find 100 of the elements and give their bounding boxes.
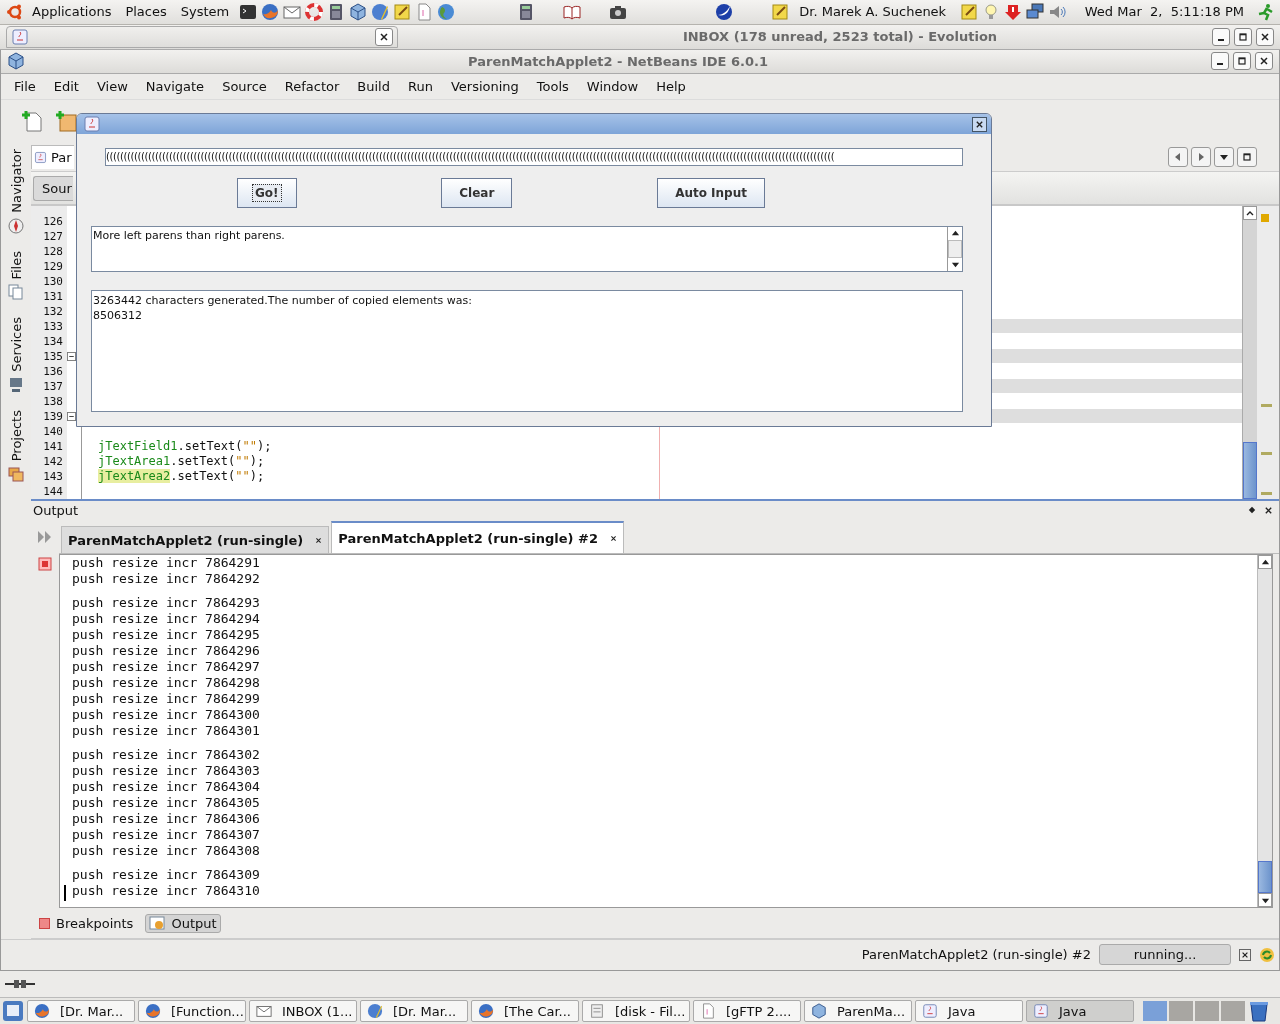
panel-menu[interactable]: Places bbox=[125, 4, 167, 20]
status-text: ParenMatchApplet2 (run-single) #2 bbox=[861, 947, 1091, 963]
close-icon[interactable] bbox=[975, 119, 984, 129]
menu-item[interactable]: Edit bbox=[44, 78, 88, 94]
desktop-icon[interactable] bbox=[2, 1000, 24, 1023]
stop-icon[interactable] bbox=[38, 557, 52, 572]
taskbar-button[interactable]: ParenMa... bbox=[804, 1000, 912, 1023]
scroll-left-icon[interactable] bbox=[1173, 152, 1183, 163]
network-icon bbox=[1026, 2, 1045, 21]
side-tab[interactable]: Projects bbox=[8, 408, 24, 464]
side-tab[interactable]: Services bbox=[8, 315, 24, 375]
run-tab[interactable]: ParenMatchApplet2 (run-single) #2 bbox=[331, 521, 625, 554]
taskbar-button[interactable]: [gFTP 2.... bbox=[693, 1000, 801, 1023]
view-tab[interactable]: Sour bbox=[33, 175, 73, 201]
console-icon bbox=[149, 916, 166, 931]
scrollbar[interactable] bbox=[1257, 555, 1272, 908]
runner-icon bbox=[1256, 2, 1274, 21]
taskbar-button[interactable]: [The Car... bbox=[471, 1000, 579, 1023]
line-number: 128 bbox=[42, 244, 64, 260]
fold-icon[interactable] bbox=[67, 352, 76, 362]
new-project-icon[interactable] bbox=[55, 109, 77, 132]
scroll-down-icon[interactable] bbox=[950, 260, 960, 269]
input-field[interactable]: (((((((((((((((((((((((((((((((((((((((((((((((((((((((((((((((((((((((((((((((((((((((((((((((((((((((((((((((((((((((((((((((((((((((((((((((((((((((((((((((((((((((((((((((((((((((((((((((((((((((((((((((( bbox=[105, 148, 963, 166]
taskbar-button[interactable]: INBOX (1... bbox=[249, 1000, 357, 1023]
new-file-icon[interactable] bbox=[21, 109, 43, 132]
close-icon[interactable] bbox=[1264, 505, 1273, 515]
plug-icon bbox=[4, 977, 36, 990]
output-line: push resize incr 7864306 bbox=[72, 811, 260, 828]
scroll-up-icon[interactable] bbox=[1260, 557, 1270, 567]
menu-item[interactable]: Help bbox=[647, 78, 695, 94]
trash-icon[interactable] bbox=[1248, 1000, 1270, 1023]
cancel-icon[interactable] bbox=[1241, 950, 1249, 959]
code-line: jTextArea1.setText(""); bbox=[98, 454, 265, 469]
output-line: push resize incr 7864308 bbox=[72, 843, 260, 860]
taskbar-button[interactable]: Java bbox=[1026, 1000, 1134, 1023]
output-line: push resize incr 7864304 bbox=[72, 779, 260, 796]
pin-icon[interactable] bbox=[1248, 506, 1256, 515]
maximize-icon[interactable] bbox=[1237, 56, 1247, 67]
taskbar-button[interactable]: [Dr. Mar... bbox=[27, 1000, 135, 1023]
menu-item[interactable]: File bbox=[5, 78, 45, 94]
line-number: 131 bbox=[42, 289, 64, 305]
output-line: push resize incr 7864295 bbox=[72, 627, 260, 644]
clock[interactable]: Wed Mar 2, 5:11:18 PM bbox=[1084, 4, 1244, 20]
taskbar-button[interactable]: Java bbox=[915, 1000, 1023, 1023]
line-number: 129 bbox=[42, 259, 64, 275]
task-status-field: running... bbox=[1099, 944, 1231, 966]
scroll-up-icon[interactable] bbox=[950, 229, 960, 238]
side-tab[interactable]: Navigator bbox=[8, 147, 24, 215]
close-icon[interactable] bbox=[1260, 31, 1270, 42]
maximize-icon[interactable] bbox=[1238, 31, 1248, 42]
side-tab[interactable]: Files bbox=[8, 248, 24, 282]
dialog-button[interactable]: Go! bbox=[237, 178, 297, 208]
menu-item[interactable]: Window bbox=[577, 78, 648, 94]
menu-item[interactable]: Navigate bbox=[136, 78, 214, 94]
menu-item[interactable]: Tools bbox=[527, 78, 578, 94]
line-number: 143 bbox=[42, 469, 64, 485]
editor-tab[interactable]: Par bbox=[31, 145, 74, 170]
menu-item[interactable]: Refactor bbox=[275, 78, 349, 94]
bottom-tab[interactable]: Breakpoints bbox=[35, 913, 138, 933]
taskbar-button[interactable]: [Dr. Mar... bbox=[360, 1000, 468, 1023]
bottom-tab[interactable]: Output bbox=[145, 913, 221, 933]
panel-menu[interactable]: System bbox=[180, 4, 230, 20]
scrollbar-thumb[interactable] bbox=[1258, 861, 1272, 894]
line-number: 135 bbox=[42, 349, 64, 365]
line-number: 133 bbox=[42, 319, 64, 335]
close-icon[interactable] bbox=[315, 536, 323, 544]
line-number: 134 bbox=[42, 334, 64, 350]
menu-item[interactable]: Run bbox=[398, 78, 442, 94]
menu-item[interactable]: Source bbox=[213, 78, 276, 94]
close-icon[interactable] bbox=[1259, 56, 1269, 67]
scrollbar-thumb[interactable] bbox=[1243, 442, 1257, 500]
menu-item[interactable]: View bbox=[87, 78, 137, 94]
menu-item[interactable]: Versioning bbox=[441, 78, 528, 94]
user-name[interactable]: Dr. Marek A. Suchenek bbox=[799, 4, 947, 20]
close-icon[interactable] bbox=[610, 534, 618, 542]
scrollbar[interactable] bbox=[947, 227, 962, 271]
dialog-button[interactable]: Auto Input bbox=[657, 178, 765, 208]
breakpoint-icon bbox=[39, 917, 50, 929]
output-line: push resize incr 7864298 bbox=[72, 675, 260, 692]
scroll-right-icon[interactable] bbox=[1196, 152, 1206, 163]
fold-icon[interactable] bbox=[67, 412, 76, 422]
text-area[interactable]: 3263442 characters generated.The number of copied elements was: 8506312 bbox=[91, 290, 963, 412]
cube-icon bbox=[811, 1003, 827, 1020]
maximize-icon[interactable] bbox=[1242, 152, 1252, 163]
run-tab[interactable]: ParenMatchApplet2 (run-single) bbox=[61, 526, 330, 554]
taskbar-button[interactable]: [disk - Fil... bbox=[582, 1000, 690, 1023]
menu-item[interactable]: Build bbox=[348, 78, 399, 94]
globe-icon bbox=[34, 1003, 50, 1020]
panel-menu[interactable]: Applications bbox=[32, 4, 112, 20]
scrollbar[interactable] bbox=[1242, 206, 1257, 500]
window-title: INBOX (178 unread, 2523 total) - Evolution bbox=[681, 29, 999, 45]
workspace-switcher[interactable] bbox=[1143, 1001, 1245, 1022]
java-icon bbox=[922, 1003, 938, 1020]
dialog-button[interactable]: Clear bbox=[441, 178, 513, 208]
taskbar-button[interactable]: [Function... bbox=[138, 1000, 246, 1023]
refresh-icon[interactable] bbox=[1259, 946, 1275, 963]
output-line: push resize incr 7864307 bbox=[72, 827, 260, 844]
logo-icon[interactable] bbox=[6, 2, 24, 21]
output-line: push resize incr 7864300 bbox=[72, 707, 260, 724]
close-icon[interactable] bbox=[379, 31, 389, 42]
